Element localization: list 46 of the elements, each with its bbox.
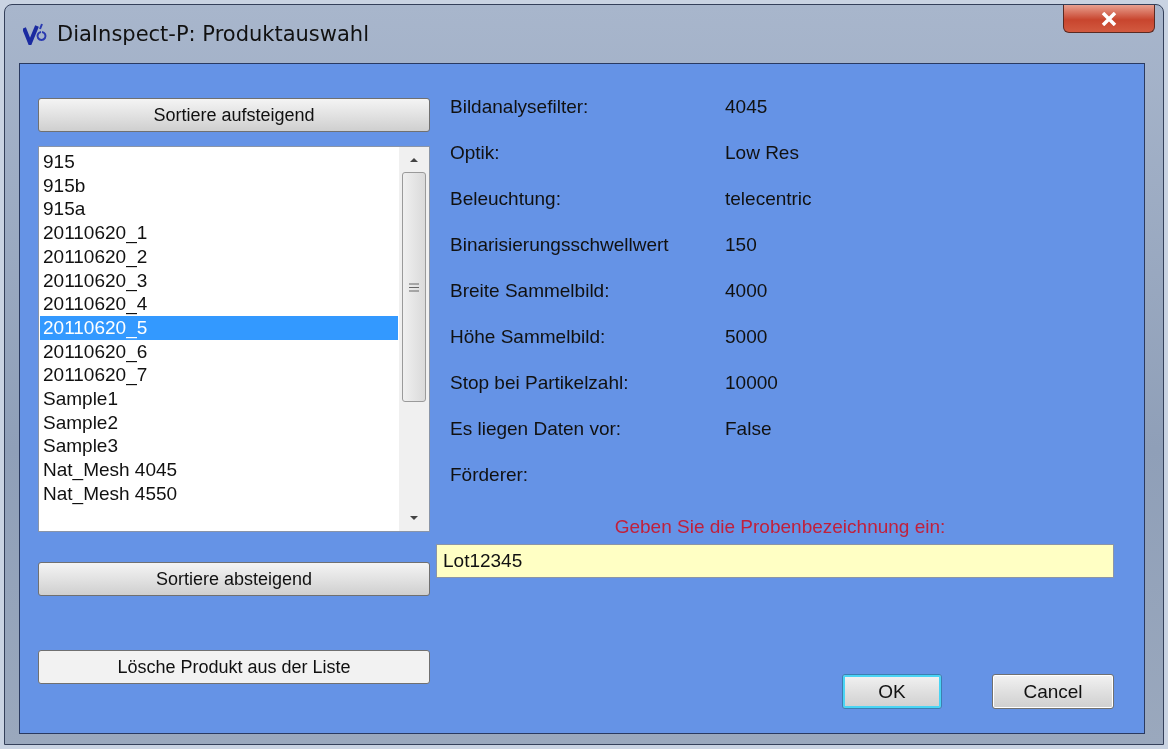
delete-product-button[interactable]: Lösche Produkt aus der Liste <box>38 650 430 684</box>
sort-ascending-button[interactable]: Sortiere aufsteigend <box>38 98 430 132</box>
list-item[interactable]: Sample1 <box>40 387 398 411</box>
scroll-down-icon <box>409 516 419 521</box>
list-item[interactable]: 20110620_2 <box>40 244 398 269</box>
property-value: 5000 <box>725 326 769 349</box>
list-item[interactable]: 20110620_3 <box>40 268 398 293</box>
sample-prompt: Geben Sie die Probenbezeichnung ein: <box>614 516 946 538</box>
app-logo-icon <box>23 23 49 45</box>
property-value: telecentric <box>725 188 813 211</box>
property-value: 10000 <box>725 372 779 395</box>
sort-descending-button[interactable]: Sortiere absteigend <box>38 562 430 596</box>
property-label: Beleuchtung: <box>450 188 562 211</box>
property-value: 150 <box>725 234 758 257</box>
property-label: Binarisierungsschwellwert <box>450 234 670 257</box>
property-label: Breite Sammelbild: <box>450 280 611 303</box>
list-item[interactable]: Nat_Mesh 4045 <box>40 458 398 482</box>
close-button[interactable] <box>1063 5 1155 33</box>
grip-icon <box>409 282 419 292</box>
property-value: False <box>725 418 773 441</box>
cancel-button[interactable]: Cancel <box>992 674 1114 709</box>
window-title: DiaInspect-P: Produktauswahl <box>57 22 369 46</box>
list-item[interactable]: 915b <box>40 173 398 198</box>
property-label: Es liegen Daten vor: <box>450 418 623 441</box>
property-value: 4045 <box>725 96 769 119</box>
property-label: Förderer: <box>450 464 530 487</box>
list-item[interactable]: Nat_Mesh 4550 <box>40 481 398 506</box>
ok-button[interactable]: OK <box>842 674 942 709</box>
scroll-up-icon <box>409 157 419 162</box>
list-item[interactable]: 20110620_6 <box>40 339 398 364</box>
list-item[interactable]: Sample3 <box>40 434 398 459</box>
list-item[interactable]: 915a <box>40 197 398 222</box>
list-item[interactable]: 20110620_4 <box>40 292 398 316</box>
property-value: Low Res <box>725 142 800 165</box>
property-label: Höhe Sammelbild: <box>450 326 607 349</box>
property-label: Bildanalysefilter: <box>450 96 590 119</box>
sample-name-field[interactable]: Lot12345 <box>436 544 1114 578</box>
list-item[interactable]: 20110620_7 <box>40 363 398 388</box>
close-icon <box>1101 11 1117 26</box>
property-label: Optik: <box>450 142 501 165</box>
scrollbar[interactable] <box>399 147 429 531</box>
list-item[interactable]: Sample2 <box>40 410 398 435</box>
property-value: 4000 <box>725 280 769 303</box>
property-label: Stop bei Partikelzahl: <box>450 372 630 395</box>
list-item[interactable]: 915 <box>40 150 398 174</box>
list-item[interactable]: 20110620_1 <box>40 221 398 245</box>
